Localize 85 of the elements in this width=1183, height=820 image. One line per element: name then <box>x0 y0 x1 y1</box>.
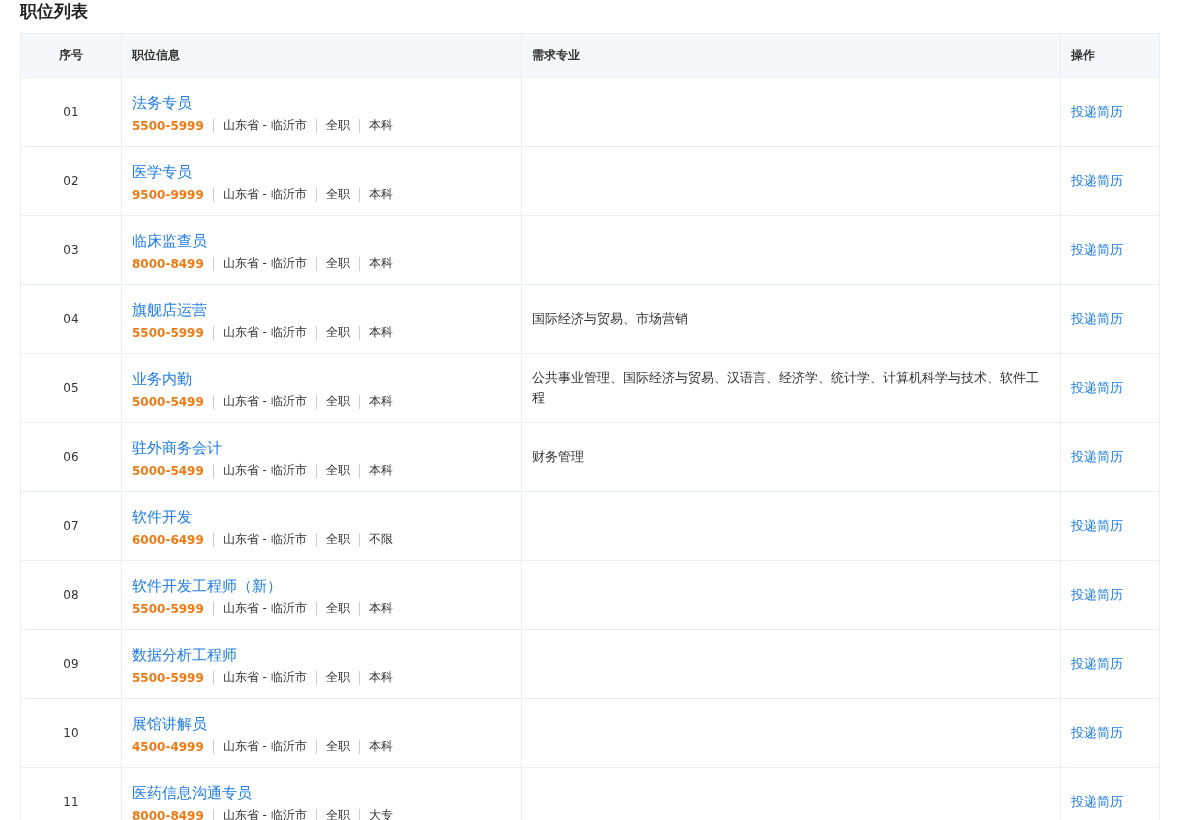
job-type-text: 全职 <box>315 602 359 616</box>
location-text: 山东省 - 临沂市 <box>212 188 316 202</box>
submit-resume-link[interactable]: 投递简历 <box>1071 724 1123 742</box>
job-type-text: 全职 <box>315 188 359 202</box>
education-text: 本科 <box>358 119 402 133</box>
row-number: 08 <box>63 588 79 602</box>
submit-resume-link[interactable]: 投递简历 <box>1071 241 1123 259</box>
row-number: 09 <box>63 657 79 671</box>
page-title: 职位列表 <box>20 0 89 23</box>
row-number: 07 <box>63 519 79 533</box>
job-type-text: 全职 <box>315 533 359 547</box>
row-number: 02 <box>63 174 79 188</box>
row-number: 04 <box>63 312 79 326</box>
job-type-text: 全职 <box>315 395 359 409</box>
job-type-text: 全职 <box>315 257 359 271</box>
education-text: 本科 <box>358 671 402 685</box>
location-text: 山东省 - 临沂市 <box>212 671 316 685</box>
education-text: 本科 <box>358 464 402 478</box>
salary-range: 8000-8499 <box>132 809 205 820</box>
position-link[interactable]: 驻外商务会计 <box>132 439 222 458</box>
row-number: 10 <box>63 726 79 740</box>
row-number: 06 <box>63 450 79 464</box>
column-header: 序号 <box>58 47 84 64</box>
required-majors: 国际经济与贸易、市场营销 <box>532 310 688 328</box>
position-link[interactable]: 临床监查员 <box>132 232 207 251</box>
submit-resume-link[interactable]: 投递简历 <box>1071 310 1123 328</box>
salary-range: 9500-9999 <box>132 188 205 202</box>
position-link[interactable]: 医药信息沟通专员 <box>132 784 252 803</box>
location-text: 山东省 - 临沂市 <box>212 395 316 409</box>
job-type-text: 全职 <box>315 326 359 340</box>
salary-range: 6000-6499 <box>132 533 205 547</box>
job-type-text: 全职 <box>315 119 359 133</box>
row-number: 03 <box>63 243 79 257</box>
education-text: 本科 <box>358 395 402 409</box>
position-link[interactable]: 数据分析工程师 <box>132 646 237 665</box>
submit-resume-link[interactable]: 投递简历 <box>1071 655 1123 673</box>
education-text: 本科 <box>358 188 402 202</box>
submit-resume-link[interactable]: 投递简历 <box>1071 586 1123 604</box>
salary-range: 4500-4999 <box>132 740 205 754</box>
position-link[interactable]: 软件开发工程师（新） <box>132 577 282 596</box>
column-header: 需求专业 <box>521 34 1060 77</box>
salary-range: 5500-5999 <box>132 119 205 133</box>
location-text: 山东省 - 临沂市 <box>212 533 316 547</box>
location-text: 山东省 - 临沂市 <box>212 809 316 820</box>
location-text: 山东省 - 临沂市 <box>212 602 316 616</box>
submit-resume-link[interactable]: 投递简历 <box>1071 103 1123 121</box>
submit-resume-link[interactable]: 投递简历 <box>1071 172 1123 190</box>
job-type-text: 全职 <box>315 740 359 754</box>
job-type-text: 全职 <box>315 809 359 820</box>
salary-range: 8000-8499 <box>132 257 205 271</box>
submit-resume-link[interactable]: 投递简历 <box>1071 517 1123 535</box>
education-text: 本科 <box>358 740 402 754</box>
position-link[interactable]: 法务专员 <box>132 94 192 113</box>
column-header: 职位信息 <box>121 34 521 77</box>
position-link[interactable]: 旗舰店运营 <box>132 301 207 320</box>
education-text: 不限 <box>358 533 402 547</box>
submit-resume-link[interactable]: 投递简历 <box>1071 448 1123 466</box>
job-type-text: 全职 <box>315 464 359 478</box>
location-text: 山东省 - 临沂市 <box>212 740 316 754</box>
job-type-text: 全职 <box>315 671 359 685</box>
submit-resume-link[interactable]: 投递简历 <box>1071 793 1123 811</box>
location-text: 山东省 - 临沂市 <box>212 257 316 271</box>
position-link[interactable]: 业务内勤 <box>132 370 192 389</box>
location-text: 山东省 - 临沂市 <box>212 326 316 340</box>
position-link[interactable]: 展馆讲解员 <box>132 715 207 734</box>
location-text: 山东省 - 临沂市 <box>212 119 316 133</box>
submit-resume-link[interactable]: 投递简历 <box>1071 379 1123 397</box>
required-majors: 公共事业管理、国际经济与贸易、汉语言、经济学、统计学、计算机科学与技术、软件工程 <box>532 369 1040 407</box>
position-link[interactable]: 软件开发 <box>132 508 192 527</box>
salary-range: 5500-5999 <box>132 602 205 616</box>
row-number: 11 <box>63 795 79 809</box>
row-number: 01 <box>63 105 79 119</box>
location-text: 山东省 - 临沂市 <box>212 464 316 478</box>
salary-range: 5500-5999 <box>132 326 205 340</box>
education-text: 大专 <box>358 809 402 820</box>
salary-range: 5000-5499 <box>132 395 205 409</box>
position-link[interactable]: 医学专员 <box>132 163 192 182</box>
education-text: 本科 <box>358 257 402 271</box>
salary-range: 5000-5499 <box>132 464 205 478</box>
required-majors: 财务管理 <box>532 448 584 466</box>
education-text: 本科 <box>358 326 402 340</box>
education-text: 本科 <box>358 602 402 616</box>
salary-range: 5500-5999 <box>132 671 205 685</box>
row-number: 05 <box>63 381 79 395</box>
column-header: 操作 <box>1060 34 1159 77</box>
